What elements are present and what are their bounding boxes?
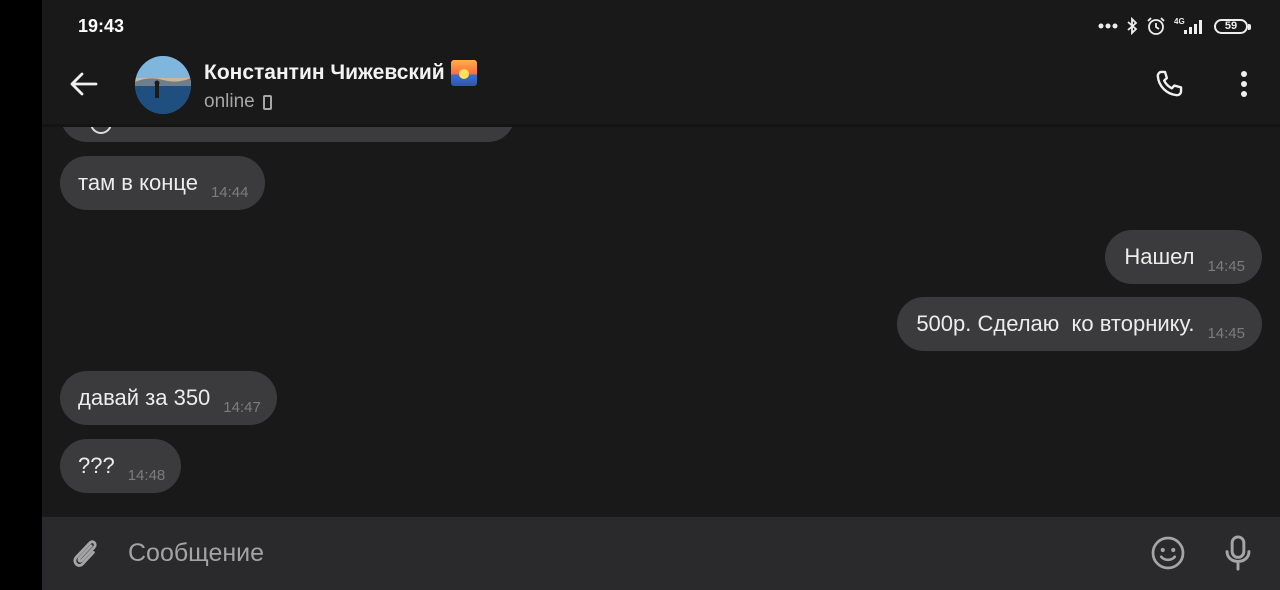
more-vertical-icon xyxy=(1241,71,1247,97)
message-time: 14:45 xyxy=(1207,324,1245,342)
message-time: 14:48 xyxy=(127,466,166,484)
sunset-emoji-icon xyxy=(450,60,477,86)
phone-icon xyxy=(1156,70,1183,97)
message-input[interactable] xyxy=(128,531,1078,575)
message-bubble[interactable]: 500р. Сделаю ко вторнику. 14:45 xyxy=(897,297,1262,351)
header-divider xyxy=(42,124,1280,127)
alarm-icon xyxy=(1147,17,1165,35)
message-bubble[interactable]: Нашел 14:45 xyxy=(1105,230,1262,284)
smile-icon xyxy=(1151,536,1185,570)
svg-text:4G: 4G xyxy=(1174,17,1185,26)
message-text: там в конце xyxy=(78,170,198,195)
contact-name[interactable]: Константин Чижевский xyxy=(204,60,477,86)
message-bubble[interactable]: там в конце 14:44 xyxy=(60,156,265,210)
message-time: 14:45 xyxy=(1207,257,1245,275)
message-bubble[interactable]: давай за 350 14:47 xyxy=(60,371,277,425)
message-time: 14:44 xyxy=(210,183,249,201)
message-text: Нашел xyxy=(1124,244,1195,269)
presence-text: online xyxy=(204,91,255,112)
chat-screen: там в конце 14:44 Нашел 14:45 500р. Сдел… xyxy=(42,0,1280,590)
signal-icon: 4G xyxy=(1174,17,1202,34)
call-button[interactable] xyxy=(1147,62,1191,106)
back-button[interactable] xyxy=(62,62,106,106)
message-text: 500р. Сделаю ко вторнику. xyxy=(916,311,1195,336)
more-dots-icon xyxy=(1098,23,1118,29)
voice-message-button[interactable] xyxy=(1216,531,1260,575)
paperclip-icon xyxy=(73,540,97,567)
status-icons: 4G 59 xyxy=(1098,14,1251,38)
attach-button[interactable] xyxy=(62,531,106,575)
message-text: ??? xyxy=(78,453,115,478)
message-text: давай за 350 xyxy=(78,385,211,410)
arrow-left-icon xyxy=(70,72,98,96)
emoji-button[interactable] xyxy=(1146,531,1190,575)
contact-avatar[interactable] xyxy=(135,56,191,114)
contact-name-text: Константин Чижевский xyxy=(204,61,445,84)
microphone-icon xyxy=(1225,535,1251,571)
bluetooth-icon xyxy=(1127,17,1138,35)
contact-status: online xyxy=(204,91,272,113)
battery-indicator: 59 xyxy=(1214,18,1251,34)
status-time: 19:43 xyxy=(78,16,125,36)
message-bubble[interactable]: ??? 14:48 xyxy=(60,439,182,493)
more-options-button[interactable] xyxy=(1222,62,1266,106)
mobile-device-icon xyxy=(262,94,272,110)
message-composer xyxy=(42,517,1280,590)
message-time: 14:47 xyxy=(223,398,261,416)
